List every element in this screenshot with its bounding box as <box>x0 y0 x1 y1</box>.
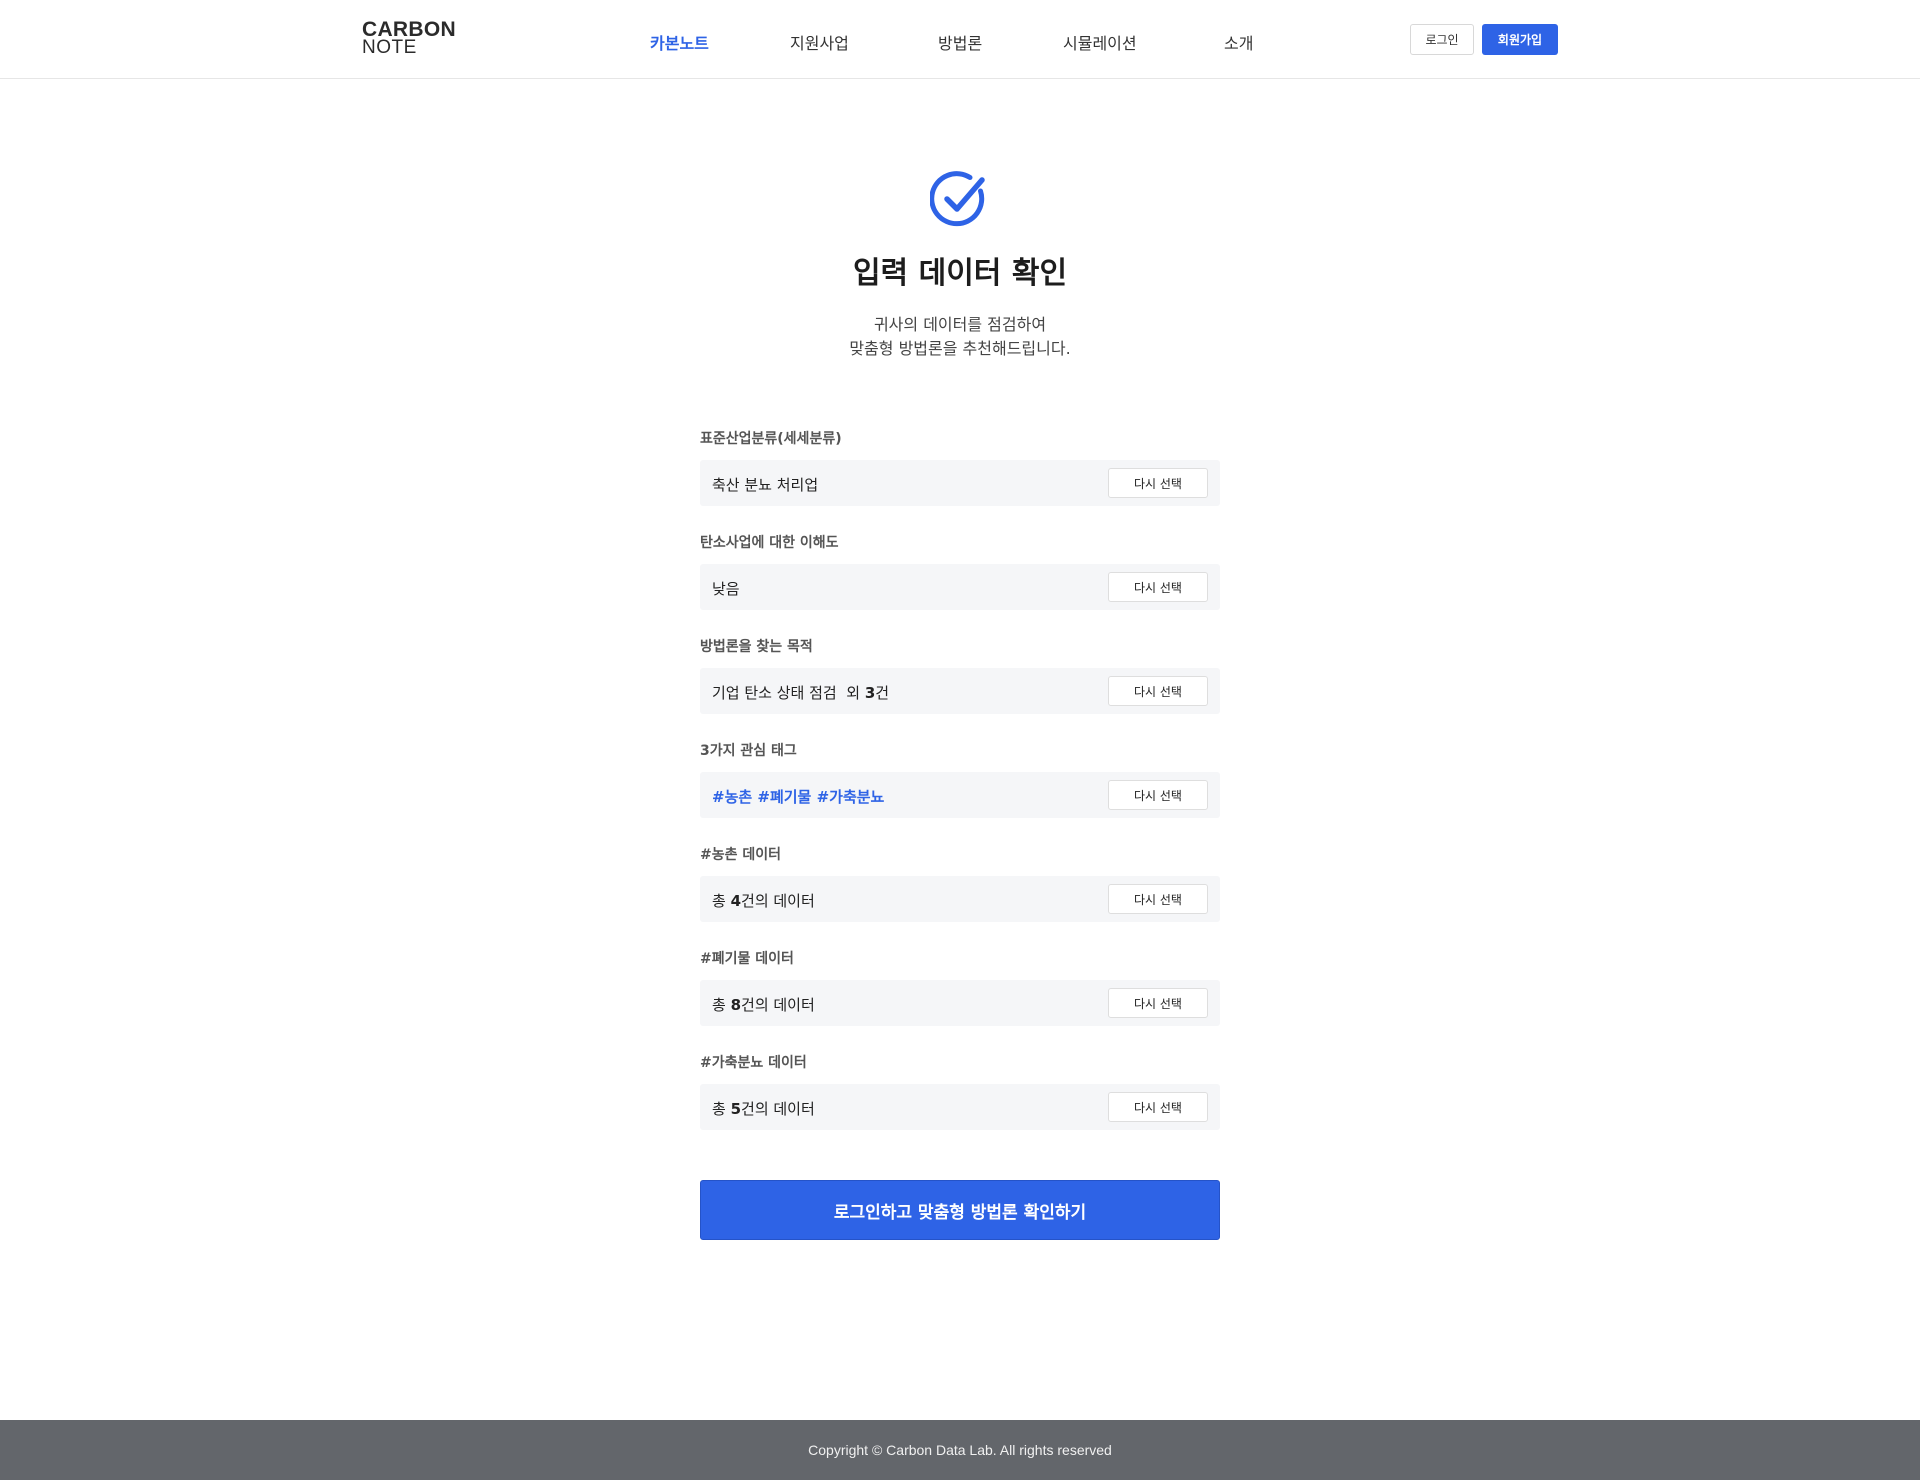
field-value-box: 총 8건의 데이터 다시 선택 <box>700 980 1220 1026</box>
field-value-box: 낮음 다시 선택 <box>700 564 1220 610</box>
field-interest-tags: 3가지 관심 태그 #농촌 #폐기물 #가축분뇨 다시 선택 <box>700 740 1220 844</box>
field-value-box: 축산 분뇨 처리업 다시 선택 <box>700 460 1220 506</box>
value-suffix: 건의 데이터 <box>741 892 815 910</box>
footer: Copyright © Carbon Data Lab. All rights … <box>0 1420 1920 1480</box>
field-value: 총 5건의 데이터 <box>712 1098 815 1119</box>
top-header: CARBON NOTE 카본노트 지원사업 방법론 시뮬레이션 소개 로그인 회… <box>0 0 1920 79</box>
value-suffix: 건 <box>875 684 890 702</box>
field-value: 낮음 <box>712 580 740 598</box>
value-prefix: 기업 탄소 상태 점검 외 <box>712 684 865 702</box>
field-purpose: 방법론을 찾는 목적 기업 탄소 상태 점검 외 3건 다시 선택 <box>700 636 1220 740</box>
field-label: 방법론을 찾는 목적 <box>700 639 813 655</box>
copyright-text: Copyright © Carbon Data Lab. All rights … <box>808 1442 1112 1458</box>
value-prefix: 총 <box>712 892 731 910</box>
field-value-box: 총 4건의 데이터 다시 선택 <box>700 876 1220 922</box>
value-count: 3 <box>864 684 876 702</box>
field-value-box: #농촌 #폐기물 #가축분뇨 다시 선택 <box>700 772 1220 818</box>
subtitle-line-2: 맞춤형 방법론을 추천해드립니다. <box>849 339 1071 358</box>
field-label: #폐기물 데이터 <box>700 951 794 967</box>
field-understanding-level: 탄소사업에 대한 이해도 낮음 다시 선택 <box>700 532 1220 636</box>
field-label: 3가지 관심 태그 <box>700 743 797 759</box>
nav-item-simulation[interactable]: 시뮬레이션 <box>1063 30 1137 54</box>
field-label: 표준산업분류(세세분류) <box>700 431 842 447</box>
logo-line2: NOTE <box>362 37 417 58</box>
reselect-button[interactable]: 다시 선택 <box>1108 468 1208 498</box>
subtitle-line-1: 귀사의 데이터를 점검하여 <box>873 315 1047 334</box>
field-value-box: 기업 탄소 상태 점검 외 3건 다시 선택 <box>700 668 1220 714</box>
field-label: #농촌 데이터 <box>700 847 782 863</box>
carbon-note-logo[interactable]: CARBON NOTE <box>362 19 456 58</box>
field-rural-data: #농촌 데이터 총 4건의 데이터 다시 선택 <box>700 844 1220 948</box>
signup-button[interactable]: 회원가입 <box>1482 24 1558 55</box>
value-suffix: 건의 데이터 <box>741 1100 815 1118</box>
page-title: 입력 데이터 확인 <box>852 256 1068 291</box>
reselect-button[interactable]: 다시 선택 <box>1108 884 1208 914</box>
reselect-button[interactable]: 다시 선택 <box>1108 1092 1208 1122</box>
nav-item-about[interactable]: 소개 <box>1224 30 1253 54</box>
value-prefix: 총 <box>712 996 731 1014</box>
value-count: 8 <box>730 996 742 1014</box>
field-value: 총 8건의 데이터 <box>712 994 815 1015</box>
login-button[interactable]: 로그인 <box>1410 24 1474 55</box>
nav-item-methodology[interactable]: 방법론 <box>938 30 982 54</box>
reselect-button[interactable]: 다시 선택 <box>1108 988 1208 1018</box>
field-waste-data: #폐기물 데이터 총 8건의 데이터 다시 선택 <box>700 948 1220 1052</box>
reselect-button[interactable]: 다시 선택 <box>1108 780 1208 810</box>
field-value: 기업 탄소 상태 점검 외 3건 <box>712 682 889 703</box>
field-label: #가축분뇨 데이터 <box>700 1055 807 1071</box>
nav-item-support[interactable]: 지원사업 <box>790 30 849 54</box>
field-industry-classification: 표준산업분류(세세분류) 축산 분뇨 처리업 다시 선택 <box>700 428 1220 532</box>
check-circle-icon <box>930 171 985 227</box>
value-count: 4 <box>730 892 742 910</box>
reselect-button[interactable]: 다시 선택 <box>1108 572 1208 602</box>
field-value: 축산 분뇨 처리업 <box>712 476 819 494</box>
field-livestock-manure-data: #가축분뇨 데이터 총 5건의 데이터 다시 선택 <box>700 1052 1220 1156</box>
field-label: 탄소사업에 대한 이해도 <box>700 535 839 551</box>
login-and-view-methodology-button[interactable]: 로그인하고 맞춤형 방법론 확인하기 <box>700 1180 1220 1240</box>
reselect-button[interactable]: 다시 선택 <box>1108 676 1208 706</box>
nav-item-carbon-note[interactable]: 카본노트 <box>650 30 709 54</box>
tag-list: #농촌 #폐기물 #가축분뇨 <box>712 788 885 806</box>
value-count: 5 <box>730 1100 742 1118</box>
field-value-box: 총 5건의 데이터 다시 선택 <box>700 1084 1220 1130</box>
field-value: 총 4건의 데이터 <box>712 890 815 911</box>
input-data-summary: 표준산업분류(세세분류) 축산 분뇨 처리업 다시 선택 탄소사업에 대한 이해… <box>700 428 1220 1156</box>
value-prefix: 총 <box>712 1100 731 1118</box>
value-suffix: 건의 데이터 <box>741 996 815 1014</box>
